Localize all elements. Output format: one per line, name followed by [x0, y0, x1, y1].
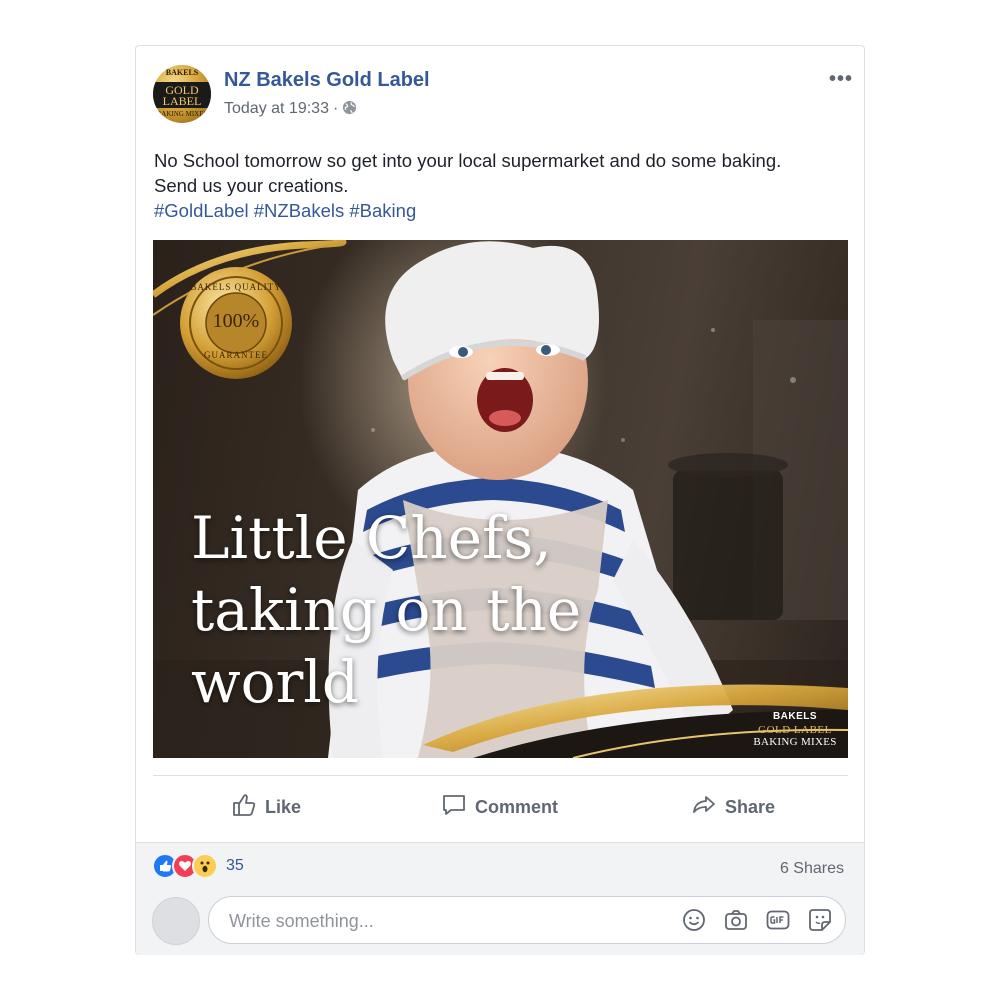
- avatar-logo-text-4: BAKING MIXES: [156, 110, 208, 118]
- avatar-logo-text-3: LABEL: [162, 94, 202, 108]
- share-label: Share: [725, 796, 776, 817]
- camera-icon[interactable]: [723, 907, 749, 933]
- post-meta: Today at 19:33 ·: [224, 100, 357, 120]
- post-text-line-1: No School tomorrow so get into your loca…: [154, 150, 782, 171]
- brand-line-3: BAKING MIXES: [753, 736, 837, 748]
- reaction-count[interactable]: 35: [226, 857, 244, 875]
- meta-separator: ·: [332, 100, 339, 117]
- post-photo[interactable]: BAKELS QUALITY 100% GUARANTEE Little Che…: [153, 240, 848, 758]
- gif-icon[interactable]: [765, 907, 791, 933]
- page-avatar[interactable]: BAKELS GOLD LABEL BAKING MIXES: [153, 65, 211, 123]
- current-user-avatar: [152, 897, 200, 945]
- headline-line-3: world: [191, 648, 359, 716]
- post-timestamp[interactable]: Today at 19:33: [224, 100, 329, 117]
- globe-icon[interactable]: [342, 100, 357, 120]
- share-arrow-icon: [691, 792, 717, 823]
- comment-bubble-icon: [441, 792, 467, 823]
- more-options-button[interactable]: •••: [829, 68, 853, 91]
- photo-headline: Little Chefs, taking on the world: [191, 502, 651, 718]
- shares-count[interactable]: 6 Shares: [780, 860, 844, 878]
- headline-line-1: Little Chefs,: [191, 504, 552, 572]
- comment-input[interactable]: [227, 897, 671, 945]
- share-button[interactable]: Share: [691, 786, 775, 828]
- post-card: BAKELS GOLD LABEL BAKING MIXES NZ Bakels…: [135, 45, 865, 955]
- brand-line-1: BAKELS: [772, 711, 818, 722]
- emoji-icon[interactable]: [681, 907, 707, 933]
- sticker-icon[interactable]: [807, 907, 833, 933]
- comment-button[interactable]: Comment: [441, 786, 558, 828]
- actions-divider: [153, 775, 848, 776]
- headline-line-2: taking on the: [191, 576, 582, 644]
- badge-bottom-text: GUARANTEE: [204, 350, 268, 360]
- like-button[interactable]: Like: [231, 786, 301, 828]
- brand-line-2: GOLD LABEL: [758, 724, 832, 736]
- post-footer: 35 6 Shares: [136, 842, 864, 955]
- badge-center-text: 100%: [212, 310, 260, 332]
- badge-top-text: BAKELS QUALITY: [190, 282, 282, 292]
- composer-icons: [681, 907, 833, 933]
- post-text: No School tomorrow so get into your loca…: [154, 148, 854, 223]
- bakels-brand-logo: BAKELS GOLD LABEL BAKING MIXES: [750, 712, 840, 748]
- post-text-line-2: Send us your creations.: [154, 175, 349, 196]
- comment-label: Comment: [475, 796, 559, 817]
- reactions-summary[interactable]: 35: [152, 853, 244, 879]
- wow-reaction-icon: [192, 853, 218, 879]
- post-hashtags[interactable]: #GoldLabel #NZBakels #Baking: [154, 198, 854, 223]
- thumbs-up-icon: [231, 792, 257, 823]
- comment-composer[interactable]: [208, 896, 846, 945]
- avatar-logo-text-1: BAKELS: [165, 68, 199, 77]
- post-actions-bar: Like Comment Share: [153, 786, 848, 828]
- page-name-link[interactable]: NZ Bakels Gold Label: [224, 69, 430, 92]
- like-label: Like: [265, 796, 302, 817]
